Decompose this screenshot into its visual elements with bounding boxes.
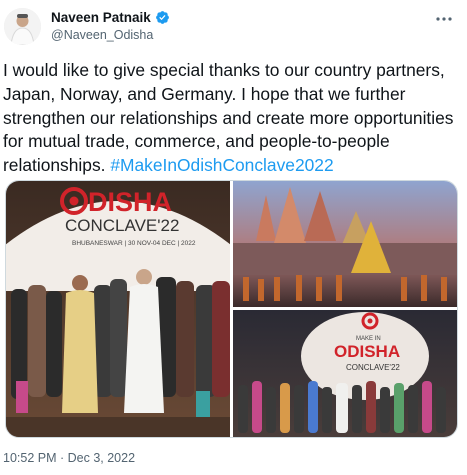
photo1-subtitle: CONCLAVE'22 — [65, 216, 179, 235]
photo1-brand: DISHA — [88, 187, 172, 217]
author-handle[interactable]: @Naveen_Odisha — [51, 28, 153, 42]
photo-award-stage[interactable]: DISHA CONCLAVE'22 BHUBANESWAR | 30 NOV-0… — [6, 181, 250, 437]
photo3-sub: CONCLAVE'22 — [346, 363, 400, 372]
tweet-text: I would like to give special thanks to o… — [3, 59, 463, 178]
tweet-timestamp[interactable]: 10:52 PM · Dec 3, 2022 — [3, 451, 135, 465]
verified-badge-icon — [155, 11, 169, 24]
author-name-row[interactable]: Naveen Patnaik — [51, 10, 170, 25]
photo-group-stage[interactable]: MAKE IN ODISHA CONCLAVE'22 — [233, 310, 457, 437]
photo-temple-dance[interactable] — [233, 181, 457, 307]
more-options-icon[interactable] — [435, 10, 453, 33]
media-photos: DISHA CONCLAVE'22 BHUBANESWAR | 30 NOV-0… — [6, 181, 457, 437]
photo3-brand: ODISHA — [334, 342, 400, 361]
media-grid[interactable]: DISHA CONCLAVE'22 BHUBANESWAR | 30 NOV-0… — [5, 180, 458, 438]
avatar[interactable] — [4, 8, 41, 45]
hashtag-link[interactable]: #MakeInOdishConclave2022 — [110, 155, 333, 175]
avatar-image — [4, 8, 41, 45]
author-name[interactable]: Naveen Patnaik — [51, 10, 151, 25]
photo1-dates: BHUBANESWAR | 30 NOV-04 DEC | 2022 — [72, 240, 196, 247]
